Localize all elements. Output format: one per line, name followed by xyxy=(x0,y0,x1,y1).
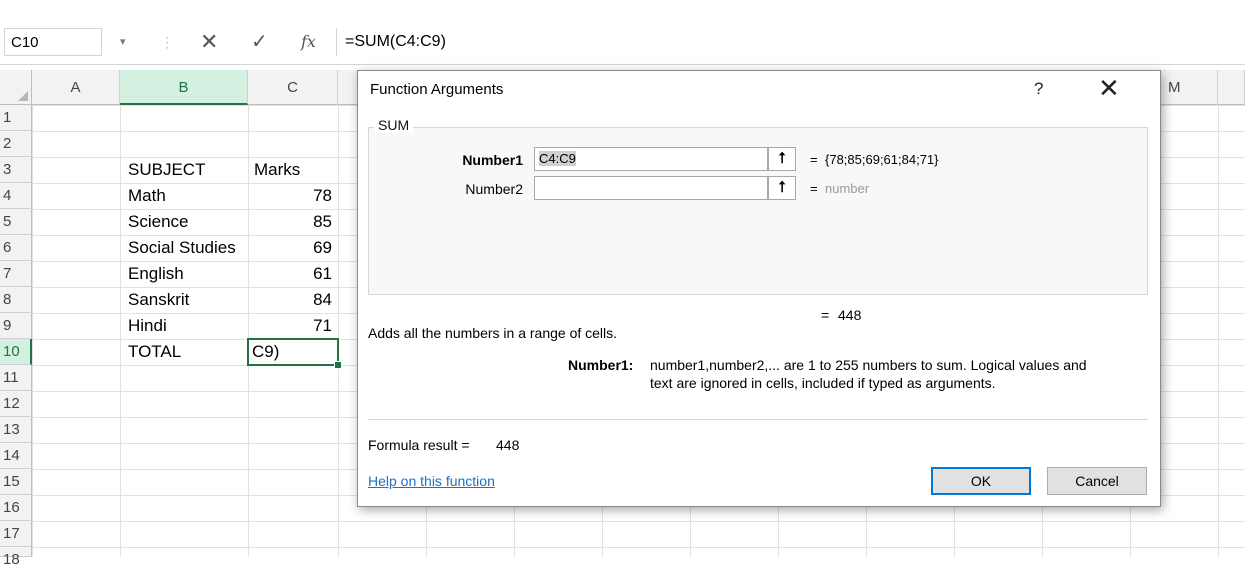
cell-marks[interactable]: 85 xyxy=(248,209,332,235)
row-header-14[interactable]: 14 xyxy=(0,443,32,469)
column-header-next[interactable] xyxy=(1218,70,1245,105)
function-description: Adds all the numbers in a range of cells… xyxy=(368,325,618,341)
cell-subject[interactable]: Math xyxy=(128,183,166,209)
cell-b10-total-label[interactable]: TOTAL xyxy=(128,339,181,365)
formula-input[interactable]: =SUM(C4:C9) xyxy=(336,28,1241,56)
cell-subject[interactable]: Sanskrit xyxy=(128,287,189,313)
column-header-m[interactable]: M xyxy=(1158,70,1218,105)
function-arguments-dialog: Function Arguments ? ✕ SUM Number1 C4:C9… xyxy=(357,70,1161,507)
cell-c10-editing[interactable]: C9) xyxy=(252,339,279,365)
column-header-a[interactable]: A xyxy=(32,70,120,105)
row-header-4[interactable]: 4 xyxy=(0,183,32,209)
row-header-15[interactable]: 15 xyxy=(0,469,32,495)
help-question-icon[interactable]: ? xyxy=(1034,79,1043,99)
ok-button[interactable]: OK xyxy=(931,467,1031,495)
cell-marks[interactable]: 71 xyxy=(248,313,332,339)
cell-c3-marks-header[interactable]: Marks xyxy=(254,157,300,183)
select-all-triangle-icon xyxy=(18,91,28,101)
number1-input[interactable]: C4:C9 xyxy=(534,147,768,171)
row-header-5[interactable]: 5 xyxy=(0,209,32,235)
insert-function-icon[interactable]: fx xyxy=(301,28,316,56)
formula-result-value: 448 xyxy=(496,437,520,453)
dialog-title: Function Arguments xyxy=(370,81,504,98)
row-header-17[interactable]: 17 xyxy=(0,521,32,547)
row-header-6[interactable]: 6 xyxy=(0,235,32,261)
name-box-dropdown-icon[interactable]: ▾ xyxy=(120,30,126,54)
number2-input[interactable] xyxy=(534,176,768,200)
function-name-label: SUM xyxy=(374,117,414,133)
formula-result-label: Formula result = xyxy=(368,437,470,453)
cell-subject[interactable]: Hindi xyxy=(128,313,167,339)
column-header-hidden[interactable] xyxy=(338,70,358,105)
gridline xyxy=(1218,105,1219,557)
row-header-1[interactable]: 1 xyxy=(0,105,32,131)
arg-help-line-2: text are ignored in cells, included if t… xyxy=(650,375,996,391)
number1-value: C4:C9 xyxy=(539,151,576,166)
cell-marks[interactable]: 78 xyxy=(248,183,332,209)
row-header-12[interactable]: 12 xyxy=(0,391,32,417)
cell-b3-subject-header[interactable]: SUBJECT xyxy=(128,157,205,183)
cell-subject[interactable]: Science xyxy=(128,209,188,235)
column-header-b[interactable]: B xyxy=(120,70,248,105)
name-box[interactable]: C10 xyxy=(4,28,102,56)
number1-result: {78;85;69;61;84;71} xyxy=(825,152,939,167)
number1-collapse-icon[interactable]: ⭡ xyxy=(768,147,796,171)
cell-marks[interactable]: 69 xyxy=(248,235,332,261)
cell-marks[interactable]: 61 xyxy=(248,261,332,287)
gridline xyxy=(120,105,121,557)
number2-collapse-icon[interactable]: ⭡ xyxy=(768,176,796,200)
arg-help-line-1: number1,number2,... are 1 to 255 numbers… xyxy=(650,357,1087,373)
formula-bar: C10 ▾ ⋮ ✕ ✓ fx =SUM(C4:C9) xyxy=(0,22,1245,65)
arg-help-label: Number1: xyxy=(568,357,634,373)
row-header-18[interactable]: 18 xyxy=(0,547,32,568)
cancel-button[interactable]: Cancel xyxy=(1047,467,1147,495)
row-header-7[interactable]: 7 xyxy=(0,261,32,287)
cell-subject[interactable]: English xyxy=(128,261,184,287)
total-equals: = xyxy=(821,307,830,323)
row-header-9[interactable]: 9 xyxy=(0,313,32,339)
enter-entry-icon[interactable]: ✓ xyxy=(251,28,268,56)
total-result: 448 xyxy=(838,307,862,323)
number1-label: Number1 xyxy=(462,152,523,168)
select-all-corner[interactable] xyxy=(0,70,32,105)
close-icon[interactable]: ✕ xyxy=(1098,75,1120,101)
row-header-3[interactable]: 3 xyxy=(0,157,32,183)
formula-bar-grip-icon: ⋮ xyxy=(160,34,174,50)
ribbon-strip xyxy=(0,0,1245,23)
row-header-10[interactable]: 10 xyxy=(0,339,32,365)
column-header-c[interactable]: C xyxy=(248,70,338,105)
fill-handle[interactable] xyxy=(334,361,342,369)
cell-marks[interactable]: 84 xyxy=(248,287,332,313)
row-header-2[interactable]: 2 xyxy=(0,131,32,157)
row-header-11[interactable]: 11 xyxy=(0,365,32,391)
number2-label: Number2 xyxy=(465,181,523,197)
gridline xyxy=(338,105,339,557)
number2-result: number xyxy=(825,181,870,196)
number2-equals: = xyxy=(810,181,818,196)
dialog-divider xyxy=(368,419,1148,420)
number1-equals: = xyxy=(810,152,818,167)
row-header-8[interactable]: 8 xyxy=(0,287,32,313)
cell-subject[interactable]: Social Studies xyxy=(128,235,236,261)
help-on-function-link[interactable]: Help on this function xyxy=(368,473,495,489)
cancel-entry-icon[interactable]: ✕ xyxy=(200,28,218,56)
row-header-16[interactable]: 16 xyxy=(0,495,32,521)
row-header-13[interactable]: 13 xyxy=(0,417,32,443)
